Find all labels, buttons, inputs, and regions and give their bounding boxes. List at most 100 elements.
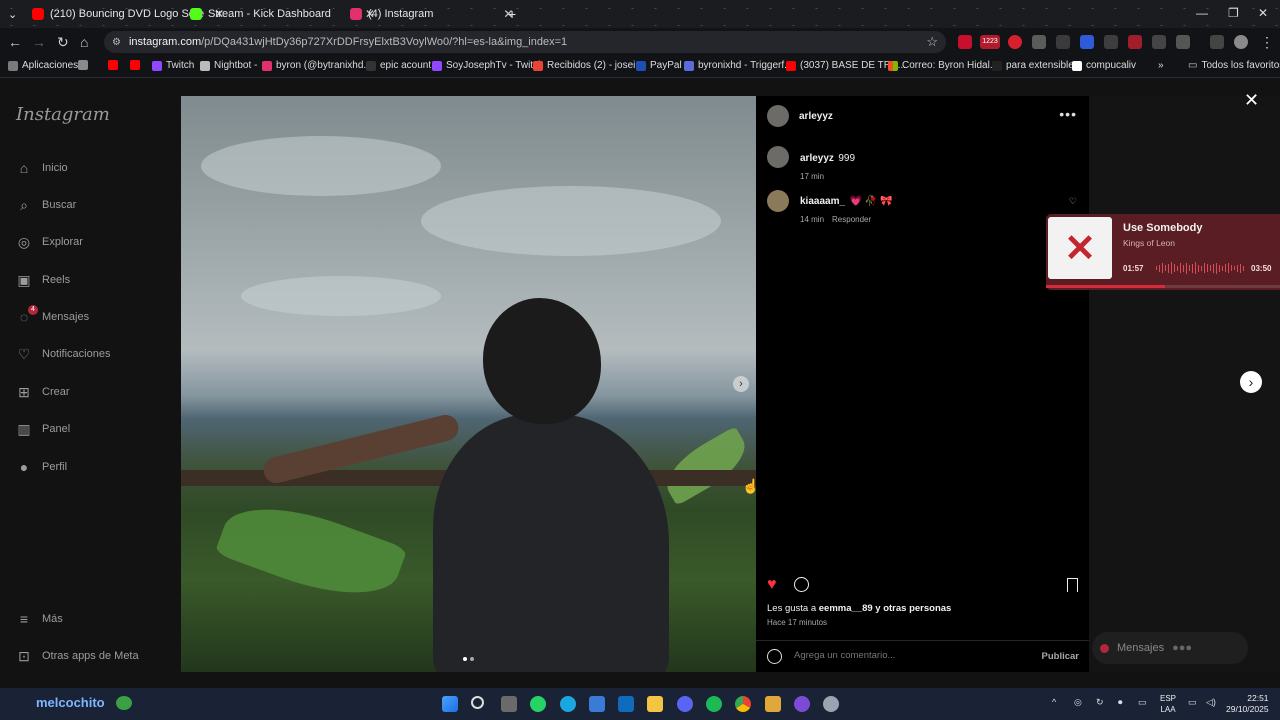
bookmark-triggerfy[interactable]: byronixhd - Triggerf...	[684, 60, 792, 71]
discord-icon[interactable]	[677, 696, 693, 712]
restore-icon[interactable]: ❐	[1228, 6, 1239, 20]
sidebar-item-inicio[interactable]: ⌂ Inicio	[16, 160, 68, 176]
task-view-icon[interactable]	[501, 696, 517, 712]
author-avatar[interactable]	[767, 105, 789, 127]
comment-icon[interactable]	[794, 577, 809, 592]
sidebar-item-buscar[interactable]: ⌕ Buscar	[16, 197, 76, 213]
volume-icon[interactable]: ◁)	[1206, 697, 1216, 708]
extensions-puzzle-icon[interactable]	[1176, 35, 1190, 49]
sidebar-item-explorar[interactable]: ◎ Explorar	[16, 234, 83, 250]
back-icon[interactable]: ←	[8, 34, 22, 50]
search-icon[interactable]	[471, 696, 484, 709]
windows-start-icon[interactable]	[442, 696, 458, 712]
sidebar-item-notificaciones[interactable]: ♡ Notificaciones	[16, 346, 111, 362]
next-post-button[interactable]: ›	[1240, 371, 1262, 393]
sidebar-item-meta-apps[interactable]: ⊡ Otras apps de Meta	[16, 648, 138, 664]
network-icon[interactable]: ▭	[1188, 697, 1197, 708]
bookmark-outlook[interactable]: Correo: Byron Hidal...	[888, 60, 998, 71]
extension-icon[interactable]	[958, 35, 972, 49]
comment-input[interactable]	[794, 650, 1024, 661]
extension-icon[interactable]	[1128, 35, 1142, 49]
microphone-icon[interactable]: ⏺	[1118, 697, 1123, 708]
playback-progress[interactable]	[1046, 285, 1280, 288]
extension-icon[interactable]	[1008, 35, 1022, 49]
bookmark-extensibles[interactable]: para extensibles	[992, 60, 1079, 71]
bookmark-icon[interactable]	[1067, 578, 1078, 592]
home-icon[interactable]: ⌂	[80, 34, 88, 50]
address-bar[interactable]: ⚙ instagram.com/p/DQa431wjHtDy36p727XrDD…	[104, 31, 946, 53]
publish-button[interactable]: Publicar	[1042, 651, 1080, 662]
new-tab-button[interactable]: +	[508, 4, 516, 24]
bookmark-youtube-2[interactable]	[130, 60, 140, 70]
tab-kick[interactable]: Stream - Kick Dashboard ✕	[190, 4, 375, 24]
reload-icon[interactable]: ↻	[57, 34, 69, 51]
clock[interactable]: 22:51 29/10/2025	[1226, 693, 1269, 715]
author-username[interactable]: arleyyz	[799, 111, 833, 122]
settings-icon[interactable]	[823, 696, 839, 712]
app-icon[interactable]	[794, 696, 810, 712]
bookmark-youtube[interactable]	[108, 60, 118, 70]
site-info-icon[interactable]: ⚙	[112, 37, 121, 48]
whatsapp-icon[interactable]	[530, 696, 546, 712]
close-window-icon[interactable]: ✕	[1258, 6, 1268, 20]
sidebar-item-perfil[interactable]: ● Perfil	[16, 459, 67, 475]
tray-icon[interactable]: ▭	[1138, 697, 1147, 708]
sidebar-item-crear[interactable]: ⊞ Crear	[16, 384, 69, 400]
bookmark-instagram[interactable]: byron (@bytranixhd...	[262, 60, 372, 71]
store-icon[interactable]	[589, 696, 605, 712]
spotify-icon[interactable]	[706, 696, 722, 712]
profile-avatar[interactable]	[1234, 35, 1248, 49]
bookmark-star-icon[interactable]: ☆	[926, 34, 938, 50]
outlook-icon[interactable]	[618, 696, 634, 712]
bookmark-nightbot[interactable]: Nightbot -	[200, 60, 257, 71]
tray-icon[interactable]: ◎	[1074, 697, 1082, 708]
comment-like-icon[interactable]: ♡	[1069, 196, 1077, 207]
bookmark-twitch[interactable]: Twitch	[152, 60, 194, 71]
close-icon[interactable]: ✕	[1244, 90, 1259, 111]
extension-icon[interactable]	[1080, 35, 1094, 49]
app-icon[interactable]	[765, 696, 781, 712]
bookmark-paypal[interactable]: PayPal	[636, 60, 682, 71]
post-photo[interactable]: ›	[181, 96, 756, 672]
extension-icon[interactable]	[1104, 35, 1118, 49]
tab-instagram[interactable]: (4) Instagram ✕	[350, 4, 513, 24]
bookmark-compucaliv[interactable]: compucaliv	[1072, 60, 1136, 71]
chrome-icon[interactable]	[735, 696, 751, 712]
tray-icon[interactable]: ↻	[1096, 697, 1104, 708]
caption-username[interactable]: arleyyz	[800, 153, 834, 164]
liked-by-user[interactable]: eemma__89	[819, 603, 873, 614]
comment-username[interactable]: kiaaaam_	[800, 196, 845, 207]
folder-icon[interactable]	[647, 696, 663, 712]
language-indicator[interactable]: ESP LAA	[1160, 693, 1176, 715]
more-bookmarks-button[interactable]: »	[1158, 60, 1164, 71]
photo-next-button[interactable]: ›	[733, 376, 749, 392]
sidebar-item-panel[interactable]: ▥ Panel	[16, 421, 70, 437]
heart-filled-icon[interactable]: ♥	[767, 576, 777, 594]
commenter-avatar[interactable]	[767, 190, 789, 212]
reply-button[interactable]: Responder	[832, 215, 871, 224]
forward-icon[interactable]: →	[32, 34, 46, 50]
caption-avatar[interactable]	[767, 146, 789, 168]
extension-badge-icon[interactable]: 1223	[980, 35, 1000, 49]
extension-icon[interactable]	[1056, 35, 1070, 49]
all-bookmarks[interactable]: ▭ Todos los favoritos	[1188, 60, 1280, 71]
bookmark-epic[interactable]: epic acount	[366, 60, 431, 71]
bookmark-soyjoseph[interactable]: SoyJosephTv - Twitch	[432, 60, 544, 71]
media-control-icon[interactable]	[1210, 35, 1224, 49]
tab-search-button[interactable]: ⌄	[8, 4, 17, 24]
extension-icon[interactable]	[1152, 35, 1166, 49]
more-options-icon[interactable]: •••	[1059, 106, 1077, 122]
chevron-up-icon[interactable]: ^	[1052, 697, 1056, 707]
now-playing-widget[interactable]: ✕ Use Somebody Kings of Leon 01:57 03:50	[1046, 214, 1280, 290]
bookmark-grid[interactable]	[78, 60, 88, 70]
sidebar-item-mensajes[interactable]: ◌ 4 Mensajes	[16, 305, 89, 325]
liked-by-others[interactable]: y otras personas	[875, 603, 951, 614]
emoji-icon[interactable]	[767, 649, 782, 664]
menu-dots-icon[interactable]: ⋮	[1260, 34, 1274, 51]
bookmark-apps[interactable]: Aplicaciones	[8, 60, 78, 71]
bookmark-gmail[interactable]: Recibidos (2) - josei...	[533, 60, 644, 71]
sidebar-item-more[interactable]: ≡ Más	[16, 611, 63, 627]
instagram-logo[interactable]: Instagram	[16, 104, 110, 125]
sidebar-item-reels[interactable]: ▣ Reels	[16, 272, 70, 288]
messages-pill[interactable]: Mensajes ●●●	[1092, 632, 1248, 664]
